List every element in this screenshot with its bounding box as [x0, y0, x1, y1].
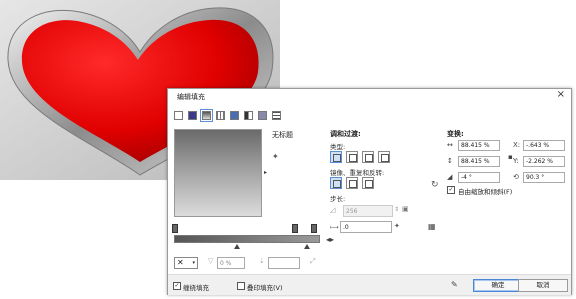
node-color-picker[interactable]: ✕ ▾ [174, 257, 198, 269]
skew-input[interactable]: -4 ° [458, 172, 500, 183]
transparency-icon: ▽ [208, 257, 214, 265]
gradient-midpoint[interactable] [234, 244, 240, 249]
eyedropper-icon[interactable]: ✎ [451, 280, 458, 289]
acceleration-icon: ⟼ [330, 224, 339, 231]
no-fill-icon[interactable] [174, 111, 183, 120]
wrap-fill-label: 缠绕填充 [183, 284, 209, 292]
dialog-titlebar: 编辑填充 × [168, 89, 571, 103]
linear-fill-button[interactable] [330, 151, 342, 163]
repeat-button[interactable] [362, 177, 374, 189]
overprint-fill-label: 叠印填充(V) [247, 284, 283, 292]
smooth-blend-icon[interactable]: ▦ [428, 222, 436, 231]
dialog-title: 编辑填充 [177, 93, 205, 101]
chevron-down-icon: ▾ [192, 260, 195, 266]
fountain-fill-icon[interactable] [200, 109, 213, 122]
elliptical-fill-button[interactable] [346, 151, 358, 163]
gradient-end-node[interactable] [311, 224, 317, 233]
skew-icon: ◢ [447, 173, 453, 181]
lock-steps-icon[interactable]: ▣ [402, 205, 409, 213]
node-options-icon[interactable]: ◂▸ [326, 235, 334, 244]
steps-icon: ◿ [330, 206, 336, 214]
gradient-start-node[interactable] [172, 224, 178, 233]
bitmap-pattern-icon[interactable] [230, 111, 239, 120]
reverse-icon[interactable]: ↻ [431, 180, 439, 190]
close-icon[interactable]: × [557, 90, 565, 100]
blend-section-title: 调和过渡: [330, 130, 361, 138]
mirror-label: 镜像、重复和反转: [330, 169, 385, 177]
preview-dropdown-arrow[interactable]: ▸ [264, 169, 268, 176]
transparency-input[interactable]: 0 % [217, 257, 245, 269]
free-scale-checkbox[interactable]: ✓ [447, 186, 455, 194]
x-label: X: [513, 141, 521, 149]
width-icon: ↔ [447, 141, 453, 149]
rotate-input[interactable]: 90.3 ° [523, 172, 565, 183]
fill-preview [174, 129, 262, 217]
gradient-bar[interactable] [174, 235, 320, 243]
position-icon: ⇣ [259, 257, 265, 265]
preset-name-label: 无标题 [272, 131, 293, 139]
wrap-fill-checkbox[interactable]: ✓ [173, 282, 181, 290]
height-input[interactable]: 88.415 % [458, 156, 500, 167]
gradient-midpoint-2[interactable] [304, 244, 310, 249]
position-input[interactable] [268, 257, 300, 269]
steps-label: 步长: [330, 195, 346, 203]
x-input[interactable]: -.643 % [523, 140, 565, 151]
default-fill-button[interactable] [330, 177, 342, 189]
two-color-pattern-icon[interactable] [244, 111, 253, 120]
type-label: 类型: [330, 143, 346, 151]
postscript-fill-icon[interactable] [272, 111, 281, 120]
transform-section-title: 变换: [447, 130, 464, 138]
acceleration-input[interactable]: .0 [340, 221, 392, 233]
color-swatch-icon: ✕ [177, 258, 184, 267]
texture-fill-icon[interactable] [258, 111, 267, 120]
rotate-icon: ⟲ [513, 173, 519, 181]
height-icon: ↕ [447, 157, 453, 165]
y-label: Y: [513, 157, 519, 165]
steps-spinner[interactable]: ⇕ [394, 206, 399, 213]
ok-button[interactable]: 确定 [473, 279, 523, 292]
free-scale-label: 自由缩放和倾斜(F) [458, 188, 513, 196]
edit-fill-dialog: 编辑填充 × ▸ 无标题 ✦ ◂▸ ✕ ▾ ▽ 0 % ⇣ ⤢ 调和过渡: 类型… [167, 88, 572, 295]
overprint-fill-checkbox[interactable] [237, 282, 245, 290]
width-input[interactable]: 88.415 % [458, 140, 500, 151]
steps-input[interactable]: 256 [343, 205, 393, 217]
cancel-button[interactable]: 取消 [518, 279, 568, 292]
expand-icon[interactable]: ⤢ [310, 257, 316, 266]
vector-pattern-icon[interactable] [216, 111, 225, 120]
rectangular-fill-button[interactable] [378, 151, 390, 163]
y-input[interactable]: -2.262 % [523, 156, 565, 167]
dialog-footer: ✓ 缠绕填充 叠印填充(V) ✎ 确定 取消 [168, 274, 571, 295]
repeat-mirror-button[interactable] [346, 177, 358, 189]
gear-icon[interactable]: ✦ [272, 152, 279, 161]
gradient-node[interactable] [292, 224, 298, 233]
uniform-fill-icon[interactable] [188, 111, 197, 120]
conical-fill-button[interactable] [362, 151, 374, 163]
acceleration-spinner[interactable]: ✦ [394, 222, 400, 230]
